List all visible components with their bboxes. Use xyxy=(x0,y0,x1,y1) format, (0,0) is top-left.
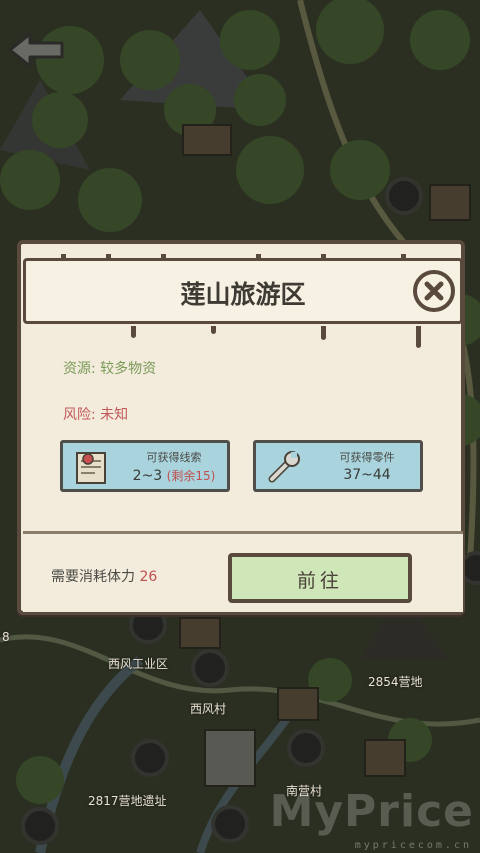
close-icon xyxy=(424,281,444,301)
go-button-label: 前往 xyxy=(296,570,343,592)
clues-range: 2~3 xyxy=(132,468,163,484)
location-dialog: 莲山旅游区 资源: 较多物资 风险: 未知 可获得线索 2~3 (剩余15) 可… xyxy=(17,240,465,615)
wrench-icon xyxy=(268,451,300,483)
map-label-xifeng-industrial: 西风工业区 xyxy=(108,657,169,671)
clues-label: 可获得线索 xyxy=(146,451,202,464)
dialog-footer: 需要消耗体力 26 前往 xyxy=(23,531,463,612)
location-title: 莲山旅游区 xyxy=(180,280,306,309)
drip-decoration xyxy=(131,326,136,338)
clues-remaining: (剩余15) xyxy=(166,469,216,483)
go-button[interactable]: 前往 xyxy=(228,553,412,603)
close-button[interactable] xyxy=(413,270,455,312)
map-label-camp-2817-ruins: 2817营地遗址 xyxy=(88,794,167,808)
stamina-cost-value: 26 xyxy=(139,569,158,585)
parts-card: 可获得零件 37~44 xyxy=(253,440,423,492)
stamina-cost: 需要消耗体力 26 xyxy=(51,566,157,586)
clues-value: 2~3 (剩余15) xyxy=(125,467,223,484)
drip-decoration xyxy=(211,326,216,334)
parts-value: 37~44 xyxy=(343,467,391,483)
risk-info: 风险: 未知 xyxy=(63,407,129,423)
map-label-xifeng-village: 西风村 xyxy=(190,702,227,716)
clues-card: 可获得线索 2~3 (剩余15) xyxy=(60,440,230,492)
drip-decoration xyxy=(321,326,326,340)
watermark-url: mypricecom.cn xyxy=(354,840,472,851)
stamina-cost-label: 需要消耗体力 xyxy=(51,569,135,585)
resource-info: 资源: 较多物资 xyxy=(63,361,157,377)
dialog-title-bar: 莲山旅游区 xyxy=(23,258,463,324)
parts-label: 可获得零件 xyxy=(339,451,395,464)
map-route-number: 8 xyxy=(2,630,10,644)
back-arrow-icon[interactable] xyxy=(6,28,66,72)
map-scroll-icon xyxy=(76,452,106,484)
drip-decoration xyxy=(416,326,421,348)
watermark: MyPrice xyxy=(269,786,474,837)
map-label-camp-2854: 2854营地 xyxy=(368,675,423,689)
